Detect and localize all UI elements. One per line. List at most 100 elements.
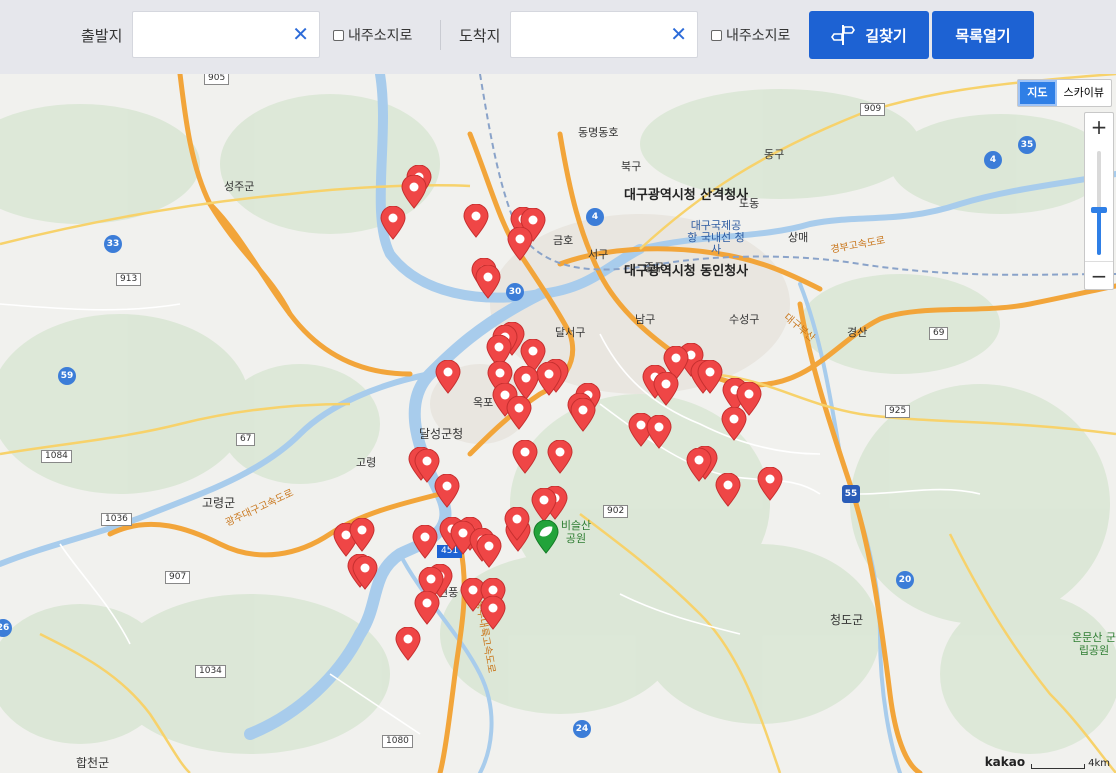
- route-902: 902: [603, 505, 629, 518]
- route-1034: 1034: [195, 665, 226, 678]
- map-marker[interactable]: [757, 466, 783, 501]
- pin-icon: [507, 226, 533, 261]
- origin-my-address-label: 내주소지로: [348, 28, 413, 44]
- map-marker[interactable]: [536, 361, 562, 396]
- pin-icon: [395, 626, 421, 661]
- map-marker[interactable]: [512, 439, 538, 474]
- route-909: 909: [860, 103, 886, 116]
- route-search-bar: 출발지 ✕ 내주소지로 도착지 ✕ 내주소지로 길찾기 목록열기: [0, 0, 1116, 74]
- route-20: 20: [896, 571, 914, 589]
- kakao-logo: kakao: [984, 755, 1026, 769]
- map-marker[interactable]: [715, 472, 741, 507]
- map-view[interactable]: 성주군 동명동호 북구 동구 도동 대구광역시청 산격청사 대구국제공항 국내선…: [0, 74, 1116, 773]
- map-marker[interactable]: [412, 524, 438, 559]
- pin-icon: [434, 473, 460, 508]
- route-1080: 1080: [382, 735, 413, 748]
- map-marker[interactable]: [476, 533, 502, 568]
- place-biseulsan: 비슬산 공원: [560, 519, 592, 545]
- open-list-label: 목록열기: [955, 26, 1011, 45]
- route-67: 67: [236, 433, 256, 446]
- map-marker[interactable]: [401, 174, 427, 209]
- map-marker[interactable]: [570, 397, 596, 432]
- place-dalseong-office: 달성군청: [419, 427, 464, 441]
- map-marker[interactable]: [504, 506, 530, 541]
- dest-input[interactable]: [521, 12, 661, 57]
- place-hapcheon: 합천군: [76, 756, 110, 770]
- place-okpo: 옥포: [473, 396, 494, 409]
- map-marker[interactable]: [721, 406, 747, 441]
- dest-my-address-checkbox[interactable]: 내주소지로: [711, 25, 790, 45]
- route-69: 69: [929, 327, 949, 340]
- map-marker[interactable]: [697, 359, 723, 394]
- route-913: 913: [116, 273, 142, 286]
- route-907: 907: [165, 571, 191, 584]
- origin-my-address-checkbox[interactable]: 내주소지로: [333, 25, 412, 45]
- pin-icon: [506, 395, 532, 430]
- pin-icon: [401, 174, 427, 209]
- place-cheongdo: 청도군: [830, 613, 864, 627]
- map-marker[interactable]: [435, 359, 461, 394]
- route-905: 905: [204, 74, 230, 85]
- origin-input[interactable]: [143, 12, 283, 57]
- pin-icon: [380, 205, 406, 240]
- map-scale: 4km: [1031, 758, 1110, 769]
- pin-icon: [757, 466, 783, 501]
- map-marker[interactable]: [646, 414, 672, 449]
- place-sanggyeok-cityhall: 대구광역시청 산격청사: [624, 188, 749, 203]
- pin-icon: [412, 524, 438, 559]
- pin-icon: [697, 359, 723, 394]
- dest-clear-icon[interactable]: ✕: [670, 23, 687, 45]
- map-marker[interactable]: [349, 517, 375, 552]
- route-30: 30: [506, 283, 524, 301]
- pin-icon: [686, 447, 712, 482]
- place-sangmae: 상매: [788, 231, 809, 244]
- zoom-in-button[interactable]: +: [1085, 113, 1113, 141]
- map-marker[interactable]: [686, 447, 712, 482]
- route-24: 24: [573, 720, 591, 738]
- map-type-switch: 지도 스카이뷰: [1017, 79, 1112, 107]
- zoom-out-button[interactable]: −: [1085, 261, 1113, 289]
- zoom-slider-handle[interactable]: [1091, 207, 1107, 213]
- dest-field[interactable]: ✕: [510, 11, 698, 58]
- checkbox-icon[interactable]: [711, 29, 722, 41]
- map-marker[interactable]: [653, 371, 679, 406]
- pin-icon: [476, 533, 502, 568]
- pin-icon: [352, 555, 378, 590]
- route-35: 35: [1018, 136, 1036, 154]
- map-copyright: kakao 4km: [985, 755, 1110, 769]
- map-marker[interactable]: [414, 590, 440, 625]
- map-type-map-button[interactable]: 지도: [1018, 80, 1057, 106]
- map-marker[interactable]: [475, 264, 501, 299]
- route-1036: 1036: [101, 513, 132, 526]
- pin-icon: [463, 203, 489, 238]
- map-marker[interactable]: [506, 395, 532, 430]
- route-59: 59: [58, 367, 76, 385]
- place-dalseo: 달서구: [555, 326, 586, 339]
- map-type-skyview-button[interactable]: 스카이뷰: [1057, 80, 1111, 106]
- map-marker[interactable]: [463, 203, 489, 238]
- map-marker[interactable]: [380, 205, 406, 240]
- map-marker[interactable]: [507, 226, 533, 261]
- map-marker[interactable]: [531, 487, 557, 522]
- open-list-button[interactable]: 목록열기: [932, 11, 1034, 59]
- route-1084: 1084: [41, 450, 72, 463]
- scale-bar: [1031, 764, 1086, 769]
- map-marker[interactable]: [395, 626, 421, 661]
- map-marker[interactable]: [352, 555, 378, 590]
- place-unmunsan: 운문산 군립공원: [1072, 631, 1116, 657]
- map-marker[interactable]: [480, 595, 506, 630]
- scale-label: 4km: [1088, 758, 1110, 769]
- map-marker-green[interactable]: [533, 519, 559, 554]
- find-route-label: 길찾기: [865, 26, 907, 45]
- pin-icon: [475, 264, 501, 299]
- find-route-button[interactable]: 길찾기: [809, 11, 929, 59]
- zoom-level-fill: [1097, 211, 1101, 255]
- route-4-east: 4: [984, 151, 1002, 169]
- map-marker[interactable]: [547, 439, 573, 474]
- map-marker[interactable]: [434, 473, 460, 508]
- origin-field[interactable]: ✕: [132, 11, 320, 58]
- place-nam: 남구: [635, 313, 656, 326]
- origin-clear-icon[interactable]: ✕: [292, 23, 309, 45]
- place-dong: 동구: [764, 148, 785, 161]
- checkbox-icon[interactable]: [333, 29, 344, 41]
